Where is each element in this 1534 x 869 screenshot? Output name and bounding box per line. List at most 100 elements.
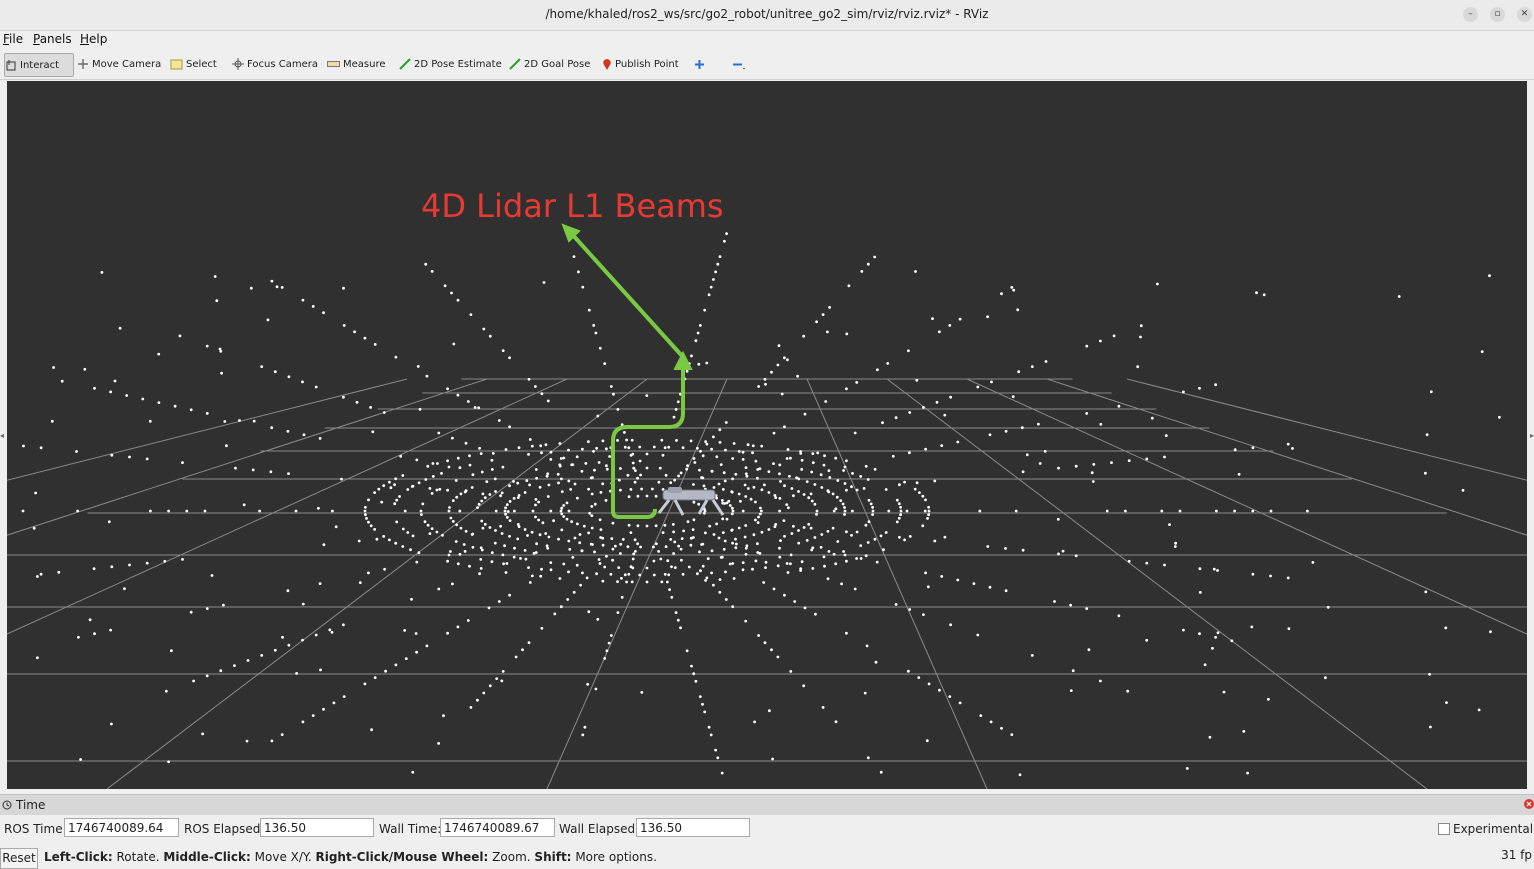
lidar-point: [430, 270, 434, 273]
lidar-point: [976, 633, 980, 637]
lidar-point: [581, 733, 585, 737]
lidar-point: [269, 470, 273, 474]
lidar-point: [679, 471, 683, 475]
lidar-point: [917, 676, 921, 679]
lidar-point: [503, 509, 507, 513]
lidar-point: [523, 491, 527, 494]
wall-elapsed-field[interactable]: 136.50: [636, 818, 750, 837]
lidar-point: [741, 509, 745, 513]
lidar-point: [373, 676, 377, 679]
lidar-point: [562, 562, 566, 566]
lidar-point: [933, 539, 937, 543]
select-tool-button[interactable]: Select: [170, 53, 217, 75]
lidar-point: [611, 521, 615, 525]
lidar-point: [399, 454, 403, 458]
lidar-point: [286, 589, 290, 593]
lidar-point: [448, 506, 451, 509]
lidar-point: [871, 513, 874, 516]
lidar-point: [576, 522, 579, 526]
menu-file[interactable]: File: [3, 32, 23, 46]
lidar-point: [601, 482, 605, 486]
lidar-point: [367, 520, 370, 524]
lidar-point: [762, 581, 766, 584]
menu-panels[interactable]: Panels: [33, 32, 72, 46]
lidar-point: [1018, 773, 1022, 777]
lidar-point: [786, 358, 789, 362]
lidar-point: [110, 722, 113, 726]
lidar-point: [608, 455, 611, 458]
lidar-point: [540, 567, 543, 571]
lidar-point: [627, 572, 631, 576]
lidar-point: [505, 562, 509, 565]
measure-tool-button[interactable]: Measure: [327, 53, 386, 75]
lidar-point: [353, 330, 356, 334]
lidar-point: [449, 516, 453, 520]
lidar-point: [1216, 569, 1219, 572]
reset-button[interactable]: Reset: [0, 848, 38, 869]
publish-point-tool-button[interactable]: Publish Point: [602, 53, 679, 75]
close-panel-icon[interactable]: [1524, 799, 1534, 809]
wall-time-field[interactable]: 1746740089.67: [440, 818, 555, 837]
lidar-point: [751, 451, 754, 455]
lidar-point: [672, 530, 675, 534]
lidar-point: [302, 433, 306, 437]
lidar-point: [626, 473, 630, 477]
hint-left-key: Left-Click:: [44, 850, 113, 864]
menu-help[interactable]: Help: [80, 32, 107, 46]
lidar-point: [534, 503, 537, 507]
lidar-point: [699, 569, 702, 573]
lidar-point: [827, 469, 831, 472]
lidar-point: [645, 524, 649, 528]
lidar-point: [367, 571, 370, 575]
lidar-point: [471, 473, 475, 477]
lidar-point: [1139, 324, 1143, 328]
lidar-point: [710, 571, 713, 575]
lidar-point: [280, 286, 284, 289]
pose-estimate-tool-button[interactable]: 2D Pose Estimate: [399, 53, 502, 75]
close-button[interactable]: ✕: [1517, 7, 1532, 22]
lidar-point: [556, 472, 560, 476]
left-dock-handle[interactable]: ◂: [0, 431, 4, 440]
lidar-point: [679, 547, 683, 551]
interact-tool-button[interactable]: Interact: [4, 53, 74, 77]
lidar-point: [503, 544, 506, 548]
ros-time-field[interactable]: 1746740089.64: [64, 818, 179, 837]
lidar-point: [398, 495, 401, 498]
maximize-button[interactable]: ▫: [1490, 7, 1505, 22]
lidar-point: [907, 669, 910, 673]
lidar-point: [619, 552, 622, 555]
lidar-point: [715, 455, 719, 459]
lidar-point: [652, 559, 656, 563]
experimental-checkbox[interactable]: [1438, 823, 1450, 835]
lidar-point: [1099, 679, 1102, 683]
move-camera-tool-button[interactable]: Move Camera: [77, 53, 161, 75]
lidar-point: [636, 494, 640, 498]
lidar-point: [595, 446, 598, 450]
lidar-point: [1085, 344, 1089, 348]
add-tool-button[interactable]: [694, 53, 708, 75]
lidar-point: [173, 404, 177, 408]
lidar-point: [629, 488, 633, 491]
focus-camera-tool-button[interactable]: Focus Camera: [232, 53, 318, 75]
lidar-point: [273, 370, 277, 374]
lidar-point: [922, 406, 925, 409]
right-dock-handle[interactable]: ▸: [1530, 431, 1534, 440]
lidar-point: [1004, 429, 1008, 433]
lidar-point: [746, 443, 750, 447]
lidar-point: [619, 542, 623, 546]
remove-tool-button[interactable]: [732, 53, 749, 75]
lidar-point: [57, 570, 61, 574]
lidar-point: [979, 714, 983, 717]
plus-icon: [695, 59, 704, 69]
lidar-point: [836, 540, 840, 543]
goal-pose-tool-button[interactable]: 2D Goal Pose: [509, 53, 590, 75]
lidar-point: [1428, 672, 1431, 676]
render-viewport[interactable]: 4D Lidar L1 Beams: [7, 81, 1527, 789]
ros-elapsed-field[interactable]: 136.50: [260, 818, 374, 837]
lidar-point: [490, 458, 494, 462]
lidar-point: [375, 537, 379, 541]
lidar-point: [875, 560, 879, 564]
lidar-point: [679, 626, 682, 630]
lidar-point: [1237, 472, 1241, 476]
minimize-button[interactable]: –: [1463, 7, 1478, 22]
